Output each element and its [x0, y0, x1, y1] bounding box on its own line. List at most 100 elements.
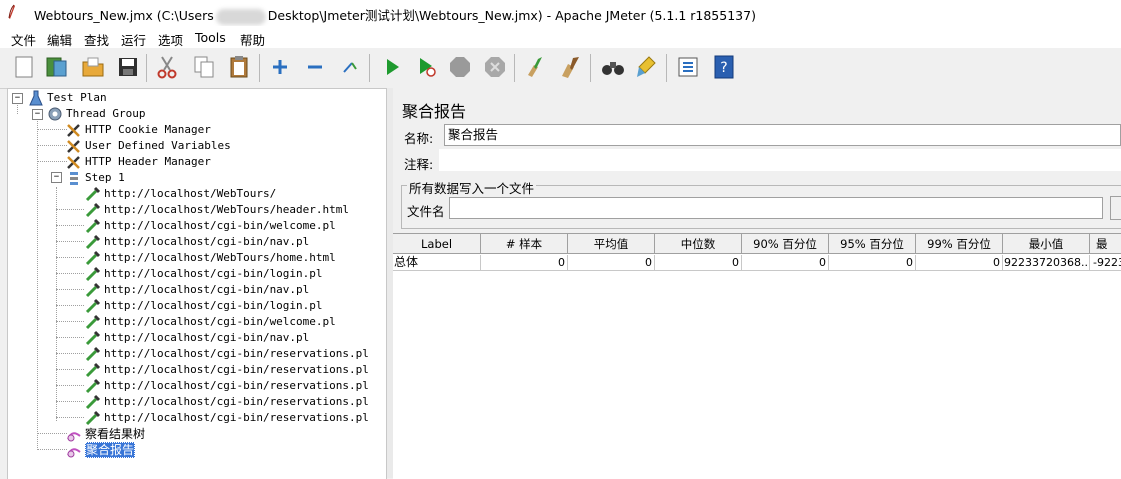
column-header[interactable]: 中位数: [655, 234, 742, 254]
start-icon[interactable]: [378, 53, 406, 81]
open-icon[interactable]: [79, 53, 107, 81]
filename-input[interactable]: [449, 197, 1103, 219]
collapse-step-toggle[interactable]: −: [51, 172, 62, 183]
tree-item-test-plan[interactable]: Test Plan: [28, 90, 107, 106]
column-header[interactable]: 最小值: [1003, 234, 1090, 254]
tree-item-sampler[interactable]: http://localhost/cgi-bin/nav.pl: [85, 234, 309, 250]
wrench-icon: [67, 156, 80, 169]
name-label: 名称:: [404, 131, 434, 146]
start-no-timers-icon[interactable]: [412, 53, 440, 81]
menu-run[interactable]: 运行: [121, 30, 146, 49]
function-helper-icon[interactable]: [674, 53, 702, 81]
pipette-icon: [85, 314, 101, 330]
column-header[interactable]: 95% 百分位: [829, 234, 916, 254]
table-cell[interactable]: 0: [742, 255, 829, 271]
table-cell[interactable]: 0: [655, 255, 742, 271]
tree-item-sampler[interactable]: http://localhost/cgi-bin/welcome.pl: [85, 314, 336, 330]
menu-bar: 文件 编辑 查找 运行 选项 Tools 帮助: [0, 26, 1121, 48]
tree-item-sampler[interactable]: http://localhost/cgi-bin/reservations.pl: [85, 378, 369, 394]
column-header[interactable]: 最: [1090, 234, 1121, 254]
browse-button[interactable]: [1110, 196, 1121, 220]
tree-item-aggregate-report[interactable]: 聚合报告: [66, 442, 136, 458]
collapse-icon[interactable]: [301, 53, 329, 81]
collapse-test-plan-toggle[interactable]: −: [12, 93, 23, 104]
table-cell[interactable]: 0: [568, 255, 655, 271]
cut-icon[interactable]: [153, 53, 181, 81]
tree-item-sampler[interactable]: http://localhost/WebTours/header.html: [85, 202, 349, 218]
title-bar: Webtours_New.jmx (C:\Users Desktop\Jmeter…: [0, 0, 1121, 26]
tree-item-sampler[interactable]: http://localhost/cgi-bin/reservations.pl: [85, 346, 369, 362]
help-icon[interactable]: ?: [710, 53, 738, 81]
expand-icon[interactable]: [266, 53, 294, 81]
tree-item-sampler[interactable]: http://localhost/cgi-bin/login.pl: [85, 266, 323, 282]
search-icon[interactable]: [599, 53, 627, 81]
column-header[interactable]: 90% 百分位: [742, 234, 829, 254]
tree-item-sampler[interactable]: http://localhost/cgi-bin/login.pl: [85, 298, 323, 314]
template-icon[interactable]: [43, 53, 71, 81]
table-cell[interactable]: -9223: [1090, 255, 1121, 271]
menu-edit[interactable]: 编辑: [47, 30, 72, 49]
table-cell[interactable]: 0: [916, 255, 1003, 271]
tree-item-sampler[interactable]: http://localhost/cgi-bin/nav.pl: [85, 282, 309, 298]
tree-item-sampler[interactable]: http://localhost/WebTours/: [85, 186, 276, 202]
column-header[interactable]: # 样本: [481, 234, 568, 254]
stop-icon[interactable]: [446, 53, 474, 81]
menu-tools[interactable]: Tools: [195, 30, 226, 45]
menu-help[interactable]: 帮助: [240, 30, 265, 49]
save-icon[interactable]: [114, 53, 142, 81]
toggle-icon[interactable]: [336, 53, 364, 81]
copy-icon[interactable]: [190, 53, 218, 81]
wrench-icon: [67, 140, 80, 153]
comment-field[interactable]: [439, 149, 1121, 171]
toolbar: ?: [0, 48, 1121, 89]
tree-item-step[interactable]: Step 1: [66, 170, 125, 186]
tree-item-config[interactable]: User Defined Variables: [66, 138, 231, 154]
pipette-icon: [85, 186, 101, 202]
shutdown-icon[interactable]: [481, 53, 509, 81]
pipette-icon: [85, 298, 101, 314]
paste-icon[interactable]: [225, 53, 253, 81]
menu-search[interactable]: 查找: [84, 30, 109, 49]
clear-icon[interactable]: [522, 53, 550, 81]
tree-item-thread-group[interactable]: Thread Group: [47, 106, 145, 122]
gear-icon: [48, 107, 62, 121]
pipette-icon: [85, 394, 101, 410]
tree-item-sampler[interactable]: http://localhost/cgi-bin/welcome.pl: [85, 218, 336, 234]
pipette-icon: [85, 234, 101, 250]
transaction-icon: [70, 172, 78, 185]
table-cell[interactable]: 0: [481, 255, 568, 271]
listener-icon: [67, 448, 81, 458]
clear-all-icon[interactable]: [557, 53, 585, 81]
window-title: Webtours_New.jmx (C:\Users Desktop\Jmeter…: [34, 8, 756, 25]
tree-item-config[interactable]: HTTP Cookie Manager: [66, 122, 211, 138]
menu-file[interactable]: 文件: [11, 30, 36, 49]
redacted-username: [215, 8, 266, 25]
tree-item-view-results-tree[interactable]: 察看结果树: [66, 426, 145, 442]
column-header[interactable]: 99% 百分位: [916, 234, 1003, 254]
panel-title: 聚合报告: [402, 102, 467, 121]
reset-search-icon[interactable]: [633, 53, 661, 81]
tree-item-config[interactable]: HTTP Header Manager: [66, 154, 211, 170]
jmeter-feather-icon: [8, 4, 15, 19]
tree-item-sampler[interactable]: http://localhost/cgi-bin/reservations.pl: [85, 410, 369, 426]
menu-options[interactable]: 选项: [158, 30, 183, 49]
name-field[interactable]: 聚合报告: [444, 124, 1121, 146]
table-cell[interactable]: 总体: [393, 255, 481, 271]
pipette-icon: [85, 250, 101, 266]
pipette-icon: [85, 266, 101, 282]
tree-item-sampler[interactable]: http://localhost/cgi-bin/nav.pl: [85, 330, 309, 346]
new-icon[interactable]: [10, 53, 38, 81]
pipette-icon: [85, 282, 101, 298]
column-header[interactable]: 平均值: [568, 234, 655, 254]
tree-item-sampler[interactable]: http://localhost/WebTours/home.html: [85, 250, 336, 266]
column-header[interactable]: Label: [393, 234, 481, 254]
pipette-icon: [85, 218, 101, 234]
tree-item-sampler[interactable]: http://localhost/cgi-bin/reservations.pl: [85, 394, 369, 410]
tree-item-sampler[interactable]: http://localhost/cgi-bin/reservations.pl: [85, 362, 369, 378]
table-cell[interactable]: 92233720368...: [1003, 255, 1090, 271]
pipette-icon: [85, 378, 101, 394]
table-cell[interactable]: 0: [829, 255, 916, 271]
collapse-thread-group-toggle[interactable]: −: [32, 109, 43, 120]
file-group-title: 所有数据写入一个文件: [407, 178, 537, 197]
pipette-icon: [85, 202, 101, 218]
